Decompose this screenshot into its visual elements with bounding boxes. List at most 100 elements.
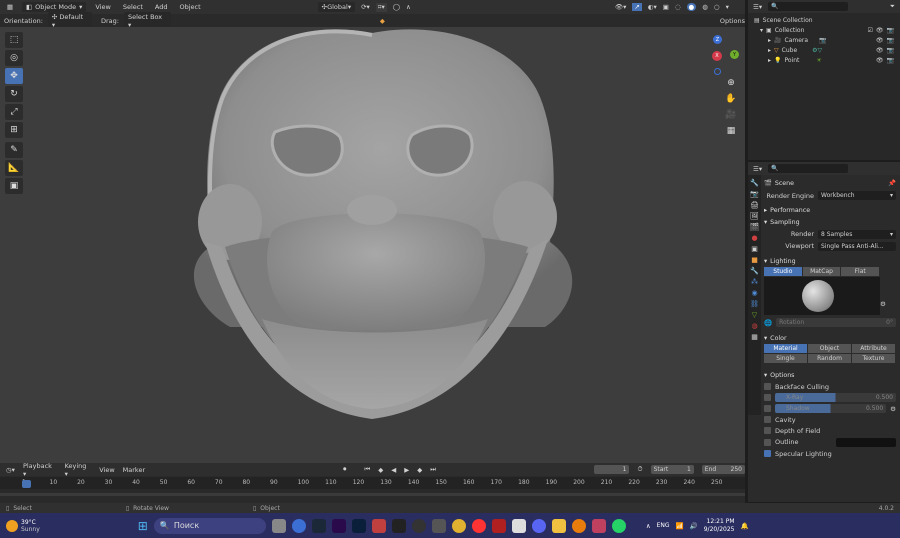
shadow-settings-gear-icon[interactable]: ⚙ (890, 405, 896, 413)
measure-tool-icon[interactable]: 📐 (5, 160, 23, 176)
folder-icon[interactable] (551, 518, 566, 533)
play-icon[interactable]: ▶ (404, 466, 409, 474)
lighting-studio-button[interactable]: Studio (764, 267, 803, 276)
game-icon[interactable] (491, 518, 506, 533)
view-center-icon[interactable]: ◆ (380, 17, 385, 25)
cursor-tool-icon[interactable]: ◎ (5, 50, 23, 66)
photoshop-icon[interactable] (351, 518, 366, 533)
blender-taskbar-icon[interactable] (571, 518, 586, 533)
section-color[interactable]: ▾ Color (764, 332, 896, 344)
obs-icon[interactable] (411, 518, 426, 533)
file-explorer-icon[interactable] (271, 518, 286, 533)
filter-icon[interactable]: ⏷ (890, 2, 895, 11)
outliner-search-input[interactable]: 🔍 (768, 2, 849, 11)
outliner-collection[interactable]: ▾ ▣ Collection ☑ 👁 📷 (754, 25, 894, 35)
render-engine-dropdown[interactable]: Workbench ▾ (818, 191, 896, 200)
lighting-matcap-button[interactable]: MatCap (802, 267, 842, 276)
eye-icon[interactable]: 👁 (876, 37, 884, 44)
add-cube-tool-icon[interactable]: ▣ (5, 178, 23, 194)
xray-checkbox[interactable] (764, 394, 771, 401)
camera-render-icon[interactable]: 📷 (887, 27, 894, 34)
scene-tab-icon[interactable]: 🎬 (750, 223, 759, 231)
preferences-gear-icon[interactable]: ⚙ (880, 300, 886, 308)
start-frame-input[interactable]: Start 1 (650, 465, 694, 474)
render-samples-dropdown[interactable]: 8 Samples ▾ (818, 229, 896, 239)
discord-icon[interactable] (531, 518, 546, 533)
material-tab-icon[interactable]: ◍ (751, 322, 757, 330)
language-indicator[interactable]: ENG (657, 522, 670, 529)
color-attribute-button[interactable]: Attribute (852, 344, 896, 353)
outliner-scene-collection[interactable]: ▤ Scene Collection (754, 15, 894, 25)
timeline-ruler[interactable]: 1102030405060708090100110120130140150160… (0, 477, 745, 489)
rotate-tool-icon[interactable]: ↻ (5, 86, 23, 102)
shading-solid-icon[interactable]: ● (686, 3, 697, 11)
properties-editor-icon[interactable]: ☰▾ (753, 165, 762, 173)
notification-bell-icon[interactable]: 🔔 (741, 522, 749, 530)
falloff-icon[interactable]: ∧ (406, 3, 411, 11)
timeline-view-menu[interactable]: View (99, 466, 114, 474)
shading-rendered-icon[interactable]: ○ (714, 3, 720, 11)
jump-end-icon[interactable]: ⏭ (430, 465, 436, 474)
gizmo-y-axis[interactable]: Y (730, 50, 739, 59)
outliner-item-camera[interactable]: ▸ 🎥 Camera 📷 👁 📷 (754, 35, 894, 45)
checkbox-icon[interactable]: ☑ (868, 27, 873, 34)
output-tab-icon[interactable]: 🖨 (750, 201, 759, 209)
gizmo-z-axis[interactable]: Z (713, 35, 722, 44)
render-tab-icon[interactable]: 📷 (750, 190, 759, 198)
editor-type-icon[interactable]: ▦ (4, 3, 16, 11)
move-tool-icon[interactable]: ✥ (5, 68, 23, 84)
eye-icon[interactable]: 👁 (876, 57, 884, 64)
keying-menu[interactable]: Keying ▾ (65, 462, 92, 478)
viewport-samples-dropdown[interactable]: Single Pass Anti-Ali... (818, 241, 896, 251)
yandex-icon[interactable] (471, 518, 486, 533)
gizmo-toggle-icon[interactable]: ↗ (632, 3, 642, 11)
play-reverse-icon[interactable]: ◀ (391, 466, 396, 474)
weather-widget[interactable]: 39°C Sunny (6, 519, 40, 533)
edge-icon[interactable] (291, 518, 306, 533)
whatsapp-icon[interactable] (611, 518, 626, 533)
navigation-gizmo[interactable]: Z X Y (705, 35, 741, 79)
rotation-slider[interactable]: Rotation 0° (776, 318, 896, 327)
color-material-button[interactable]: Material (764, 344, 808, 353)
pin-icon[interactable]: 📌 (888, 179, 896, 187)
prev-keyframe-icon[interactable]: ◆ (378, 466, 383, 474)
data-tab-icon[interactable]: ▽ (752, 311, 757, 319)
backface-culling-checkbox[interactable] (764, 383, 771, 390)
color-single-button[interactable]: Single (764, 354, 808, 363)
playback-menu[interactable]: Playback ▾ (23, 462, 57, 478)
physics-tab-icon[interactable]: ◉ (751, 289, 757, 297)
outliner-item-point[interactable]: ▸ 💡 Point ☀ 👁 📷 (754, 55, 894, 65)
annotate-tool-icon[interactable]: ✎ (5, 142, 23, 158)
lighting-flat-button[interactable]: Flat (841, 267, 881, 276)
start-windows-icon[interactable]: ⊞ (138, 519, 148, 533)
taskbar-search-input[interactable]: 🔍 Поиск (153, 517, 266, 534)
modifier-tab-icon[interactable]: 🔧 (750, 267, 759, 275)
studio-light-preview[interactable] (764, 277, 880, 315)
specular-lighting-checkbox[interactable] (764, 450, 771, 457)
color-texture-button[interactable]: Texture (852, 354, 896, 363)
volume-icon[interactable]: 🔊 (690, 522, 698, 530)
gizmo-x-axis[interactable]: X (712, 51, 722, 61)
jump-start-icon[interactable]: ⏮ (364, 465, 370, 474)
outliner-editor-icon[interactable]: ☰▾ (753, 3, 762, 11)
app-icon[interactable] (431, 518, 446, 533)
outliner-item-cube[interactable]: ▸ ▽ Cube ⚙▽ 👁 📷 (754, 45, 894, 55)
proportional-edit-icon[interactable]: ◯ (393, 3, 400, 11)
section-options[interactable]: ▾ Options (764, 369, 896, 381)
record-icon[interactable]: ⏺ (343, 465, 346, 474)
current-frame-input[interactable]: 1 (594, 465, 630, 474)
object-tab-icon[interactable]: ■ (751, 256, 758, 264)
grid-perspective-icon[interactable]: ▦ (723, 123, 739, 139)
hand-pan-icon[interactable]: ✋ (723, 91, 739, 107)
menu-select[interactable]: Select (120, 3, 146, 11)
transform-orientation-dropdown[interactable]: ✣ Global ▾ (317, 2, 356, 12)
premiere-icon[interactable] (331, 518, 346, 533)
menu-view[interactable]: View (92, 3, 113, 11)
xray-icon[interactable]: ▣ (663, 3, 669, 11)
world-tab-icon[interactable]: ● (751, 234, 757, 242)
section-lighting[interactable]: ▾ Lighting (764, 255, 896, 267)
clock[interactable]: 12:21 PM 9/20/2025 (704, 518, 735, 534)
visibility-icon[interactable]: 👁▾ (615, 3, 627, 11)
properties-search-input[interactable]: 🔍 (768, 164, 849, 173)
cavity-checkbox[interactable] (764, 416, 771, 423)
